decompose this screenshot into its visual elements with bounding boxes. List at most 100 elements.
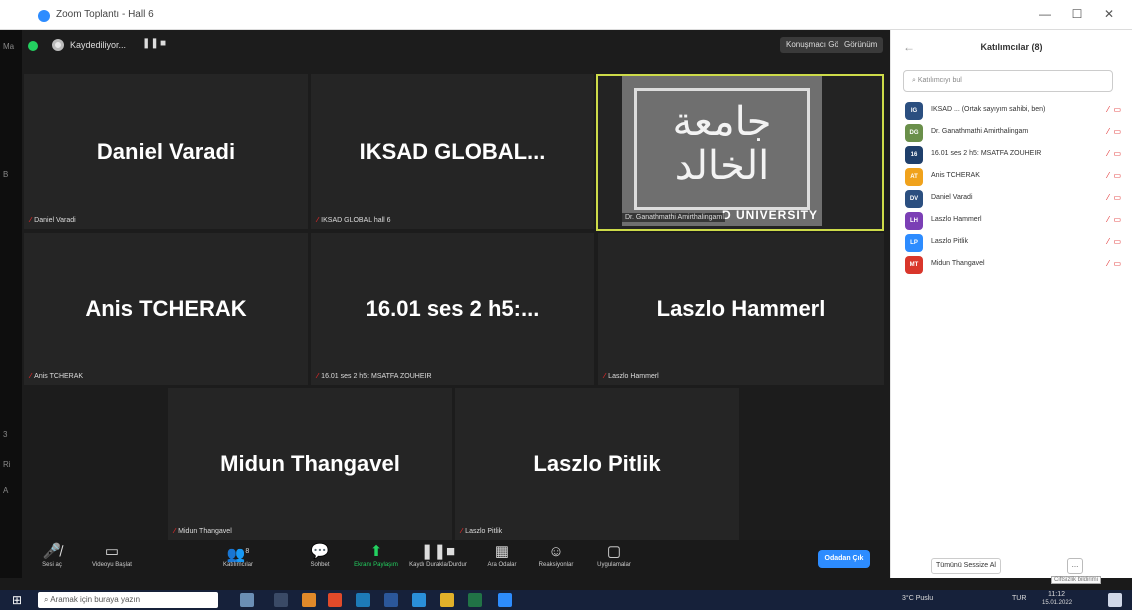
window-title: Zoom Toplantı - Hall 6 <box>56 9 154 20</box>
start-video-button[interactable]: ▭ Videoyu Başlat <box>82 542 142 568</box>
muted-mic-icon[interactable]: ⁄ <box>1108 193 1109 202</box>
participant-avatar: DV <box>905 190 923 208</box>
unmute-button[interactable]: 🎤̸ Sesi aç <box>22 542 82 568</box>
pdf-app-icon[interactable] <box>328 593 342 607</box>
tile-label: ⁄ IKSAD GLOBAL hall 6 <box>317 217 391 224</box>
video-tile[interactable]: 16.01 ses 2 h5:... ⁄ 16.01 ses 2 h5: MSAT… <box>311 233 594 385</box>
mute-all-button[interactable]: Tümünü Sessize Al <box>931 558 1001 574</box>
video-tile[interactable]: Daniel Varadi ⁄ Daniel Varadi <box>24 74 308 229</box>
more-options-button[interactable]: ... <box>1067 558 1083 574</box>
tile-label-text: Daniel Varadi <box>34 217 76 224</box>
file-explorer-icon[interactable] <box>440 593 454 607</box>
university-logo: جامعة الخالد D UNIVERSITY Dr. Ganathmath… <box>622 76 822 226</box>
background-window-edge: Ma B 3 Ri A <box>0 30 22 578</box>
reactions-button[interactable]: ☺ Reaksiyonlar <box>526 542 586 568</box>
participant-name: Laszlo Pitlik <box>533 451 661 476</box>
video-off-icon[interactable]: ▭ <box>1113 215 1121 224</box>
participant-row[interactable]: MT Midun Thangavel ⁄ ▭ <box>891 254 1132 276</box>
edge-text: A <box>3 486 9 495</box>
pause-recording-icon[interactable]: ❚❚ <box>142 38 159 49</box>
gallery-view-button[interactable]: Görünüm <box>838 37 884 53</box>
leave-meeting-button[interactable]: Odadan Çık <box>818 550 870 568</box>
zoom-app-icon <box>38 10 50 22</box>
video-off-icon[interactable]: ▭ <box>1113 171 1121 180</box>
muted-mic-icon[interactable]: ⁄ <box>1108 127 1109 136</box>
participant-row[interactable]: IG IKSAD ... (Ortak sayıyım sahibi, ben) ⁄… <box>891 100 1132 122</box>
taskbar-search-input[interactable]: ⌕ Aramak için buraya yazın <box>38 592 218 608</box>
participant-row[interactable]: AT Anis TCHERAK ⁄ ▭ <box>891 166 1132 188</box>
zoom-taskbar-icon[interactable] <box>498 593 512 607</box>
muted-mic-icon[interactable]: ⁄ <box>1108 237 1109 246</box>
tile-label: ⁄ Laszlo Pitlik <box>461 528 502 535</box>
notification-icon[interactable] <box>1108 593 1122 607</box>
clock-date[interactable]: 15.01.2022 <box>1042 600 1072 606</box>
muted-mic-icon[interactable]: ⁄ <box>1108 149 1109 158</box>
participant-row[interactable]: DV Daniel Varadi ⁄ ▭ <box>891 188 1132 210</box>
close-button[interactable]: ✕ <box>1094 4 1124 24</box>
tile-label: ⁄ Daniel Varadi <box>30 217 76 224</box>
share-screen-icon: ⬆ <box>369 543 383 560</box>
clock-time[interactable]: 11:12 <box>1048 591 1065 598</box>
start-video-label: Videoyu Başlat <box>92 562 132 568</box>
tile-label: ⁄ 16.01 ses 2 h5: MSATFA ZOUHEIR <box>317 373 432 380</box>
participant-avatar: LP <box>905 234 923 252</box>
participant-name: Laszlo Hammerl <box>931 216 982 223</box>
video-tile[interactable]: IKSAD GLOBAL... ⁄ IKSAD GLOBAL hall 6 <box>311 74 594 229</box>
active-speaker-tile[interactable]: جامعة الخالد D UNIVERSITY Dr. Ganathmath… <box>596 74 884 231</box>
pause-stop-recording-label: Kaydı Durakla/Durdur <box>409 562 467 568</box>
video-tile[interactable]: Laszlo Hammerl ⁄ Laszlo Hammerl <box>598 233 884 385</box>
weather-text[interactable]: 3°C Puslu <box>902 595 933 602</box>
participant-search-input[interactable]: ⌕ Katılımcıyı bul <box>903 70 1113 92</box>
video-off-icon[interactable]: ▭ <box>1113 237 1121 246</box>
video-tile[interactable]: Midun Thangavel ⁄ Midun Thangavel <box>168 388 452 540</box>
chat-icon: 💬 <box>310 543 330 560</box>
pause-stop-recording-button[interactable]: ❚❚■ Kaydı Durakla/Durdur <box>408 542 468 568</box>
muted-mic-icon[interactable]: ⁄ <box>1108 215 1109 224</box>
meeting-toolbar: 🎤̸ Sesi aç ▭ Videoyu Başlat 👥8 Katılımcı… <box>22 540 890 578</box>
chrome-icon[interactable] <box>302 593 316 607</box>
muted-mic-icon[interactable]: ⁄ <box>1108 171 1109 180</box>
stop-recording-icon[interactable]: ■ <box>160 38 166 49</box>
panel-title: Katılımcılar (8) <box>980 42 1043 52</box>
apps-button[interactable]: ▢ Uygulamalar <box>584 542 644 568</box>
news-widget-icon[interactable] <box>240 593 254 607</box>
window-titlebar: Zoom Toplantı - Hall 6 — ☐ ✕ <box>0 0 1132 30</box>
participant-avatar: DG <box>905 124 923 142</box>
participant-avatar: MT <box>905 256 923 274</box>
muted-mic-icon: ⁄ <box>317 373 319 380</box>
video-tile[interactable]: Anis TCHERAK ⁄ Anis TCHERAK <box>24 233 308 385</box>
task-view-icon[interactable] <box>274 593 288 607</box>
recording-icon <box>52 39 64 51</box>
participant-row[interactable]: DG Dr. Ganathmathi Amirthalingam ⁄ ▭ <box>891 122 1132 144</box>
video-off-icon[interactable]: ▭ <box>1113 193 1121 202</box>
video-off-icon[interactable]: ▭ <box>1113 149 1121 158</box>
video-off-icon[interactable]: ▭ <box>1113 259 1121 268</box>
minimize-button[interactable]: — <box>1030 4 1060 24</box>
windows-start-icon[interactable]: ⊞ <box>12 593 22 607</box>
video-tile[interactable]: Laszlo Pitlik ⁄ Laszlo Pitlik <box>455 388 739 540</box>
muted-mic-icon[interactable]: ⁄ <box>1108 105 1109 114</box>
participant-row[interactable]: LH Laszlo Hammerl ⁄ ▭ <box>891 210 1132 232</box>
muted-mic-icon: ⁄ <box>461 528 463 535</box>
video-off-icon[interactable]: ▭ <box>1113 127 1121 136</box>
muted-mic-icon: ⁄ <box>30 217 32 224</box>
telegram-icon[interactable] <box>412 593 426 607</box>
taskbar-search-placeholder: Aramak için buraya yazın <box>50 595 141 604</box>
participants-button[interactable]: 👥8 Katılımcılar <box>208 542 268 568</box>
participant-row[interactable]: 16 16.01 ses 2 h5: MSATFA ZOUHEIR ⁄ ▭ <box>891 144 1132 166</box>
maximize-button[interactable]: ☐ <box>1062 4 1092 24</box>
language-indicator[interactable]: TUR <box>1012 595 1026 602</box>
video-off-icon[interactable]: ▭ <box>1113 105 1121 114</box>
participants-panel: ← Katılımcılar (8) ⌕ Katılımcıyı bul IG I… <box>890 30 1132 584</box>
edge-text: 3 <box>3 430 8 439</box>
chat-button[interactable]: 💬 Sohbet <box>290 542 350 568</box>
muted-mic-icon[interactable]: ⁄ <box>1108 259 1109 268</box>
breakout-rooms-button[interactable]: ▦ Ara Odalar <box>472 542 532 568</box>
edge-icon[interactable] <box>356 593 370 607</box>
participant-row[interactable]: LP Laszlo Pitlik ⁄ ▭ <box>891 232 1132 254</box>
security-shield-icon[interactable] <box>28 41 38 51</box>
video-off-icon: ▭ <box>104 543 120 560</box>
word-icon[interactable] <box>384 593 398 607</box>
excel-icon[interactable] <box>468 593 482 607</box>
share-screen-button[interactable]: ⬆ Ekranı Paylaşım <box>346 542 406 568</box>
